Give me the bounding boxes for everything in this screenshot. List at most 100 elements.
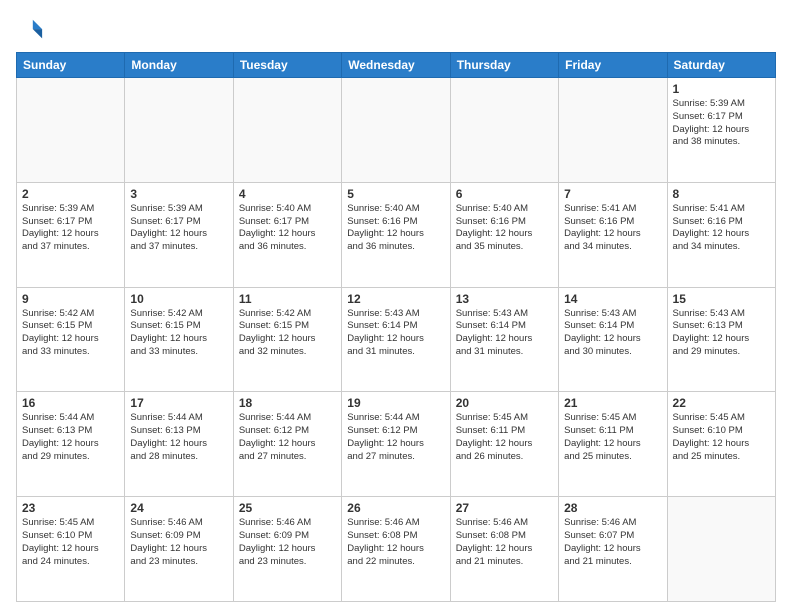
day-info: Sunrise: 5:45 AM Sunset: 6:11 PM Dayligh…: [564, 412, 661, 463]
calendar-cell: 3 Sunrise: 5:39 AM Sunset: 6:17 PM Daylig…: [125, 182, 233, 287]
day-info: Sunrise: 5:43 AM Sunset: 6:13 PM Dayligh…: [673, 308, 770, 359]
calendar-cell: 19 Sunrise: 5:44 AM Sunset: 6:12 PM Dayli…: [342, 392, 450, 497]
day-number: 5: [347, 187, 444, 201]
day-info: Sunrise: 5:39 AM Sunset: 6:17 PM Dayligh…: [22, 203, 119, 254]
calendar-cell: [450, 78, 558, 183]
day-info: Sunrise: 5:46 AM Sunset: 6:07 PM Dayligh…: [564, 517, 661, 568]
day-of-week-header: Saturday: [667, 53, 775, 78]
calendar-cell: 13 Sunrise: 5:43 AM Sunset: 6:14 PM Dayli…: [450, 287, 558, 392]
calendar-cell: 28 Sunrise: 5:46 AM Sunset: 6:07 PM Dayli…: [559, 497, 667, 602]
day-of-week-header: Wednesday: [342, 53, 450, 78]
day-number: 9: [22, 292, 119, 306]
week-row: 1 Sunrise: 5:39 AM Sunset: 6:17 PM Daylig…: [17, 78, 776, 183]
day-number: 15: [673, 292, 770, 306]
calendar-cell: 11 Sunrise: 5:42 AM Sunset: 6:15 PM Dayli…: [233, 287, 341, 392]
day-info: Sunrise: 5:40 AM Sunset: 6:17 PM Dayligh…: [239, 203, 336, 254]
day-of-week-header: Sunday: [17, 53, 125, 78]
day-info: Sunrise: 5:42 AM Sunset: 6:15 PM Dayligh…: [22, 308, 119, 359]
day-number: 12: [347, 292, 444, 306]
calendar-cell: 23Sunrise: 5:45 AM Sunset: 6:10 PM Dayli…: [17, 497, 125, 602]
day-info: Sunrise: 5:44 AM Sunset: 6:12 PM Dayligh…: [239, 412, 336, 463]
day-of-week-header: Monday: [125, 53, 233, 78]
calendar-cell: [17, 78, 125, 183]
week-row: 23Sunrise: 5:45 AM Sunset: 6:10 PM Dayli…: [17, 497, 776, 602]
calendar-cell: 9 Sunrise: 5:42 AM Sunset: 6:15 PM Daylig…: [17, 287, 125, 392]
week-row: 2Sunrise: 5:39 AM Sunset: 6:17 PM Daylig…: [17, 182, 776, 287]
day-of-week-header: Tuesday: [233, 53, 341, 78]
days-header-row: SundayMondayTuesdayWednesdayThursdayFrid…: [17, 53, 776, 78]
day-number: 1: [673, 82, 770, 96]
week-row: 9 Sunrise: 5:42 AM Sunset: 6:15 PM Daylig…: [17, 287, 776, 392]
day-info: Sunrise: 5:44 AM Sunset: 6:13 PM Dayligh…: [130, 412, 227, 463]
day-info: Sunrise: 5:46 AM Sunset: 6:09 PM Dayligh…: [130, 517, 227, 568]
logo: [16, 16, 48, 44]
calendar-cell: 7 Sunrise: 5:41 AM Sunset: 6:16 PM Daylig…: [559, 182, 667, 287]
calendar-cell: 18 Sunrise: 5:44 AM Sunset: 6:12 PM Dayli…: [233, 392, 341, 497]
day-info: Sunrise: 5:45 AM Sunset: 6:10 PM Dayligh…: [673, 412, 770, 463]
day-number: 24: [130, 501, 227, 515]
day-number: 11: [239, 292, 336, 306]
day-number: 18: [239, 396, 336, 410]
day-number: 27: [456, 501, 553, 515]
calendar-cell: 14 Sunrise: 5:43 AM Sunset: 6:14 PM Dayli…: [559, 287, 667, 392]
calendar-cell: [125, 78, 233, 183]
calendar-cell: 21 Sunrise: 5:45 AM Sunset: 6:11 PM Dayli…: [559, 392, 667, 497]
calendar-cell: 1 Sunrise: 5:39 AM Sunset: 6:17 PM Daylig…: [667, 78, 775, 183]
day-info: Sunrise: 5:40 AM Sunset: 6:16 PM Dayligh…: [347, 203, 444, 254]
day-number: 25: [239, 501, 336, 515]
day-number: 22: [673, 396, 770, 410]
calendar-cell: 6Sunrise: 5:40 AM Sunset: 6:16 PM Daylig…: [450, 182, 558, 287]
day-number: 28: [564, 501, 661, 515]
calendar-cell: 2Sunrise: 5:39 AM Sunset: 6:17 PM Daylig…: [17, 182, 125, 287]
calendar-cell: 24 Sunrise: 5:46 AM Sunset: 6:09 PM Dayli…: [125, 497, 233, 602]
calendar-cell: [667, 497, 775, 602]
calendar-cell: 20 Sunrise: 5:45 AM Sunset: 6:11 PM Dayli…: [450, 392, 558, 497]
calendar-cell: 15 Sunrise: 5:43 AM Sunset: 6:13 PM Dayli…: [667, 287, 775, 392]
week-row: 16 Sunrise: 5:44 AM Sunset: 6:13 PM Dayli…: [17, 392, 776, 497]
page: SundayMondayTuesdayWednesdayThursdayFrid…: [0, 0, 792, 612]
calendar-cell: 8 Sunrise: 5:41 AM Sunset: 6:16 PM Daylig…: [667, 182, 775, 287]
day-of-week-header: Thursday: [450, 53, 558, 78]
day-number: 19: [347, 396, 444, 410]
day-number: 14: [564, 292, 661, 306]
day-number: 20: [456, 396, 553, 410]
day-info: Sunrise: 5:42 AM Sunset: 6:15 PM Dayligh…: [239, 308, 336, 359]
day-info: Sunrise: 5:43 AM Sunset: 6:14 PM Dayligh…: [456, 308, 553, 359]
day-number: 8: [673, 187, 770, 201]
calendar-cell: [342, 78, 450, 183]
calendar-cell: 10Sunrise: 5:42 AM Sunset: 6:15 PM Dayli…: [125, 287, 233, 392]
header: [16, 16, 776, 44]
logo-icon: [16, 16, 44, 44]
day-info: Sunrise: 5:45 AM Sunset: 6:11 PM Dayligh…: [456, 412, 553, 463]
calendar-cell: 5 Sunrise: 5:40 AM Sunset: 6:16 PM Daylig…: [342, 182, 450, 287]
day-info: Sunrise: 5:46 AM Sunset: 6:09 PM Dayligh…: [239, 517, 336, 568]
day-info: Sunrise: 5:39 AM Sunset: 6:17 PM Dayligh…: [673, 98, 770, 149]
day-number: 16: [22, 396, 119, 410]
day-number: 26: [347, 501, 444, 515]
day-info: Sunrise: 5:39 AM Sunset: 6:17 PM Dayligh…: [130, 203, 227, 254]
day-info: Sunrise: 5:41 AM Sunset: 6:16 PM Dayligh…: [673, 203, 770, 254]
day-number: 23: [22, 501, 119, 515]
calendar-cell: 12 Sunrise: 5:43 AM Sunset: 6:14 PM Dayli…: [342, 287, 450, 392]
day-info: Sunrise: 5:41 AM Sunset: 6:16 PM Dayligh…: [564, 203, 661, 254]
calendar-cell: 17 Sunrise: 5:44 AM Sunset: 6:13 PM Dayli…: [125, 392, 233, 497]
calendar-cell: [559, 78, 667, 183]
day-info: Sunrise: 5:43 AM Sunset: 6:14 PM Dayligh…: [347, 308, 444, 359]
day-number: 6: [456, 187, 553, 201]
day-number: 13: [456, 292, 553, 306]
day-number: 4: [239, 187, 336, 201]
day-number: 3: [130, 187, 227, 201]
day-number: 17: [130, 396, 227, 410]
calendar-cell: 22 Sunrise: 5:45 AM Sunset: 6:10 PM Dayli…: [667, 392, 775, 497]
day-info: Sunrise: 5:44 AM Sunset: 6:12 PM Dayligh…: [347, 412, 444, 463]
day-info: Sunrise: 5:46 AM Sunset: 6:08 PM Dayligh…: [456, 517, 553, 568]
calendar-table: SundayMondayTuesdayWednesdayThursdayFrid…: [16, 52, 776, 602]
day-info: Sunrise: 5:43 AM Sunset: 6:14 PM Dayligh…: [564, 308, 661, 359]
calendar-cell: [233, 78, 341, 183]
day-number: 7: [564, 187, 661, 201]
calendar-cell: 4 Sunrise: 5:40 AM Sunset: 6:17 PM Daylig…: [233, 182, 341, 287]
calendar-cell: 16Sunrise: 5:44 AM Sunset: 6:13 PM Dayli…: [17, 392, 125, 497]
day-of-week-header: Friday: [559, 53, 667, 78]
day-number: 21: [564, 396, 661, 410]
calendar-cell: 27 Sunrise: 5:46 AM Sunset: 6:08 PM Dayli…: [450, 497, 558, 602]
